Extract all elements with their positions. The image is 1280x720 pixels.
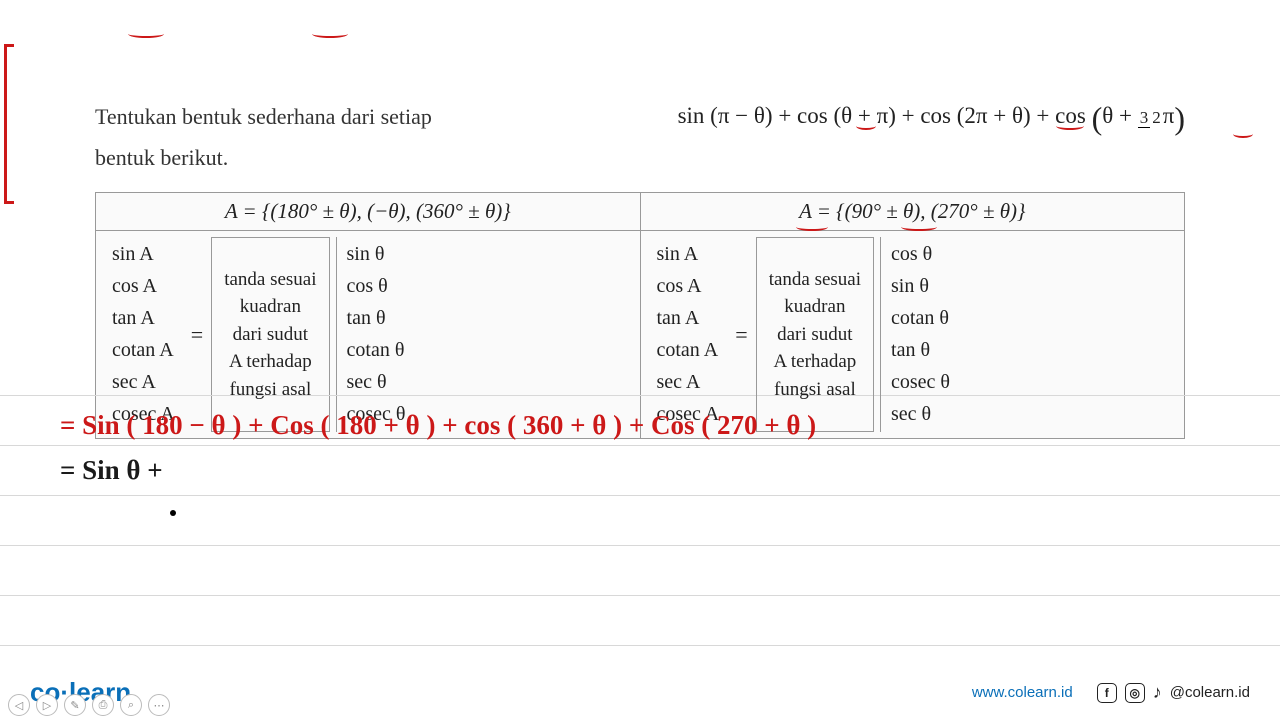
frac-num: 3 (1138, 108, 1151, 128)
red-bracket-icon (4, 44, 14, 204)
sign-line: dari sudut (224, 321, 316, 349)
sign-line: tanda sesuai (769, 266, 861, 294)
table-right-column: A = {(90° ± θ), (270° ± θ)} sin A cos A … (641, 193, 1185, 438)
next-button[interactable]: ▷ (36, 694, 58, 716)
list-item: sin θ (347, 241, 406, 268)
zoom-button[interactable]: ⌕ (120, 694, 142, 716)
right-sign-box: tanda sesuai kuadran dari sudut A terhad… (756, 237, 874, 432)
instruction-block: Tentukan bentuk sederhana dari setiap be… (95, 100, 432, 182)
player-controls: ◁ ▷ ✎ ⎙ ⌕ ⋯ (8, 694, 170, 716)
list-item: tan θ (891, 337, 950, 364)
list-item: sec A (657, 369, 720, 396)
sign-line: fungsi asal (769, 376, 861, 404)
expr-pi: π (1163, 103, 1175, 128)
list-item: cotan θ (891, 305, 950, 332)
list-item: cos θ (891, 241, 950, 268)
print-button[interactable]: ⎙ (92, 694, 114, 716)
red-underline-icon (856, 122, 876, 130)
red-underline-icon (128, 30, 164, 38)
expr-text: sin (π − θ) + cos (θ + π) + cos (2π + θ)… (678, 103, 1092, 128)
edit-button[interactable]: ✎ (64, 694, 86, 716)
handwritten-step2: = Sin θ + (60, 455, 163, 486)
list-item: cotan θ (347, 337, 406, 364)
list-item: sec θ (347, 369, 406, 396)
list-item: cos θ (347, 273, 406, 300)
tiktok-icon[interactable]: ♪ (1153, 682, 1162, 703)
more-button[interactable]: ⋯ (148, 694, 170, 716)
list-item: tan θ (347, 305, 406, 332)
red-underline-icon (901, 223, 937, 231)
list-item: tan A (657, 305, 720, 332)
red-underline-icon (312, 30, 348, 38)
list-item: cos A (112, 273, 175, 300)
list-item: cosec θ (891, 369, 950, 396)
sign-line: kuadran (224, 293, 316, 321)
social-links: f ◎ ♪ @colearn.id (1097, 682, 1250, 703)
red-underline-icon (796, 223, 828, 231)
list-item: sec θ (891, 401, 950, 428)
math-expression: sin (π − θ) + cos (θ + π) + cos (2π + θ)… (678, 100, 1185, 137)
right-func-list: sin A cos A tan A cotan A sec A cosec A (649, 237, 728, 432)
left-header: A = {(180° ± θ), (−θ), (360° ± θ)} (96, 193, 640, 231)
social-handle: @colearn.id (1170, 684, 1250, 701)
frac-den: 2 (1150, 108, 1163, 127)
list-item: sec A (112, 369, 175, 396)
list-item: sin A (112, 241, 175, 268)
list-item: tan A (112, 305, 175, 332)
list-item: cotan A (112, 337, 175, 364)
facebook-icon[interactable]: f (1097, 683, 1117, 703)
list-item: sin A (657, 241, 720, 268)
instruction-line2: bentuk berikut. (95, 141, 432, 174)
list-item: cotan A (657, 337, 720, 364)
right-result-list: cos θ sin θ cotan θ tan θ cosec θ sec θ (880, 237, 956, 432)
expr-theta: θ + (1102, 103, 1138, 128)
sign-line: A terhadap (224, 348, 316, 376)
sign-line: A terhadap (769, 348, 861, 376)
sign-line: tanda sesuai (224, 266, 316, 294)
instagram-icon[interactable]: ◎ (1125, 683, 1145, 703)
red-underline-icon (1233, 130, 1253, 138)
red-underline-icon (1056, 122, 1084, 130)
site-url[interactable]: www.colearn.id (972, 684, 1073, 701)
sign-line: kuadran (769, 293, 861, 321)
handwritten-step1: = Sin ( 180 − θ ) + Cos ( 180 + θ ) + co… (60, 410, 816, 441)
cursor-dot-icon (170, 510, 176, 516)
footer-bar: co·learn www.colearn.id f ◎ ♪ @colearn.i… (0, 677, 1280, 708)
list-item: cos A (657, 273, 720, 300)
instruction-line1: Tentukan bentuk sederhana dari setiap (95, 100, 432, 133)
list-item: sin θ (891, 273, 950, 300)
equals-sign: = (727, 237, 755, 432)
sign-line: dari sudut (769, 321, 861, 349)
left-func-list: sin A cos A tan A cotan A sec A cosec A (104, 237, 183, 432)
prev-button[interactable]: ◁ (8, 694, 30, 716)
